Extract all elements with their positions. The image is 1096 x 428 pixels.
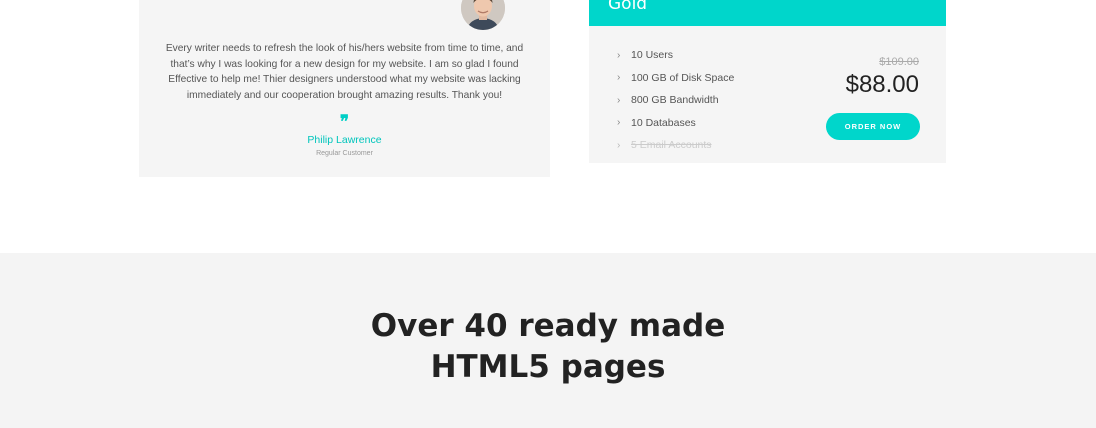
feature-label: 800 GB Bandwidth	[631, 94, 719, 107]
feature-item: › 10 Databases	[617, 112, 734, 135]
pricing-card: Gold › 10 Users › 100 GB of Disk Space ›…	[589, 0, 946, 163]
feature-item: › 800 GB Bandwidth	[617, 89, 734, 112]
section-title: Over 40 ready made HTML5 pages	[0, 306, 1096, 388]
feature-label: 10 Users	[631, 49, 674, 62]
feature-item: › 10 Users	[617, 44, 734, 67]
chevron-right-icon: ›	[617, 94, 621, 106]
avatar	[461, 0, 505, 30]
feature-label: 10 Databases	[631, 116, 696, 129]
old-price: $109.00	[879, 56, 919, 68]
chevron-right-icon: ›	[617, 139, 621, 151]
feature-label: 5 Email Accounts	[631, 139, 712, 152]
chevron-right-icon: ›	[617, 117, 621, 129]
feature-item-unavailable: › 5 Email Accounts	[617, 134, 734, 157]
pages-section: Over 40 ready made HTML5 pages	[0, 253, 1096, 428]
plan-name: Gold	[608, 0, 648, 14]
author-role: Regular Customer	[316, 150, 373, 157]
testimonial-text: Every writer needs to refresh the look o…	[165, 43, 524, 101]
feature-label: 100 GB of Disk Space	[631, 71, 735, 84]
section-title-line: HTML5 pages	[430, 349, 666, 385]
chevron-right-icon: ›	[617, 72, 621, 84]
price: $88.00	[845, 71, 919, 98]
quote-icon: ❞	[339, 112, 350, 132]
author-name: Philip Lawrence	[307, 134, 382, 146]
order-now-button[interactable]: ORDER NOW	[826, 113, 920, 140]
feature-list: › 10 Users › 100 GB of Disk Space › 800 …	[617, 44, 734, 157]
section-title-line: Over 40 ready made	[370, 308, 726, 344]
feature-item: › 100 GB of Disk Space	[617, 67, 734, 90]
pricing-header: Gold	[589, 0, 946, 26]
testimonial-card: Every writer needs to refresh the look o…	[139, 0, 550, 177]
chevron-right-icon: ›	[617, 49, 621, 61]
